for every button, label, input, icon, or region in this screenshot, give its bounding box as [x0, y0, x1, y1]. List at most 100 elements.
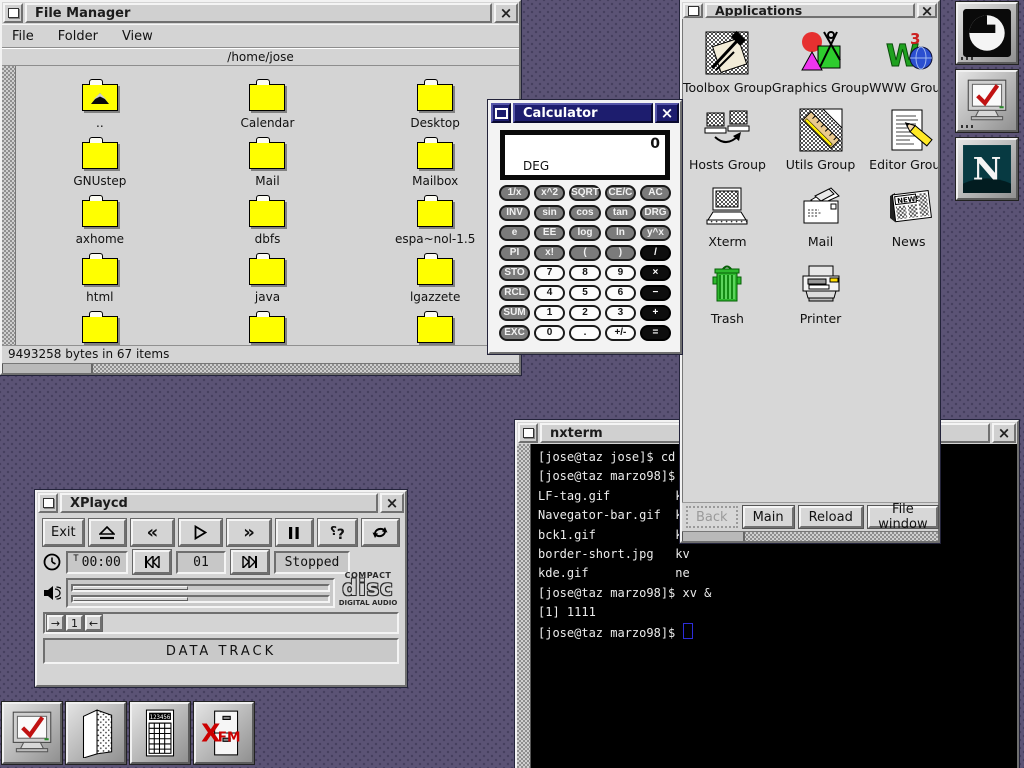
calc-key[interactable]: 0 [534, 325, 565, 341]
calc-key[interactable]: / [640, 245, 671, 261]
folder-item[interactable] [16, 316, 184, 345]
calc-key[interactable]: 5 [569, 285, 601, 301]
calc-key[interactable]: = [640, 325, 671, 341]
next-track-button[interactable] [231, 550, 269, 574]
window-menu-button[interactable] [518, 423, 538, 443]
calc-key[interactable]: 2 [569, 305, 601, 321]
volume-left-track[interactable] [71, 584, 330, 592]
calc-key[interactable]: EXC [499, 325, 530, 341]
horizontal-scrollbar[interactable] [682, 531, 938, 541]
window-menu-button[interactable] [3, 3, 23, 23]
program-forward-button[interactable]: → [47, 615, 64, 631]
back-button[interactable]: Back [686, 506, 738, 528]
calc-key[interactable]: EE [534, 225, 565, 241]
close-button[interactable]: × [380, 493, 404, 513]
scrollbar-thumb[interactable] [682, 532, 745, 541]
calc-key[interactable]: 3 [605, 305, 636, 321]
pause-button[interactable] [276, 519, 313, 546]
calc-key[interactable]: SUM [499, 305, 530, 321]
calc-key[interactable]: tan [605, 205, 636, 221]
fast-forward-button[interactable]: » [227, 519, 270, 546]
folder-item[interactable]: dbfs [184, 200, 352, 258]
menu-view[interactable]: View [122, 29, 153, 44]
calc-key[interactable]: y^x [640, 225, 671, 241]
calc-key[interactable]: . [569, 325, 601, 341]
app-item-news[interactable]: NEWS News [869, 183, 938, 260]
calc-key[interactable]: +/- [605, 325, 636, 341]
calc-key[interactable]: 8 [569, 265, 601, 281]
calc-key[interactable]: CE/C [605, 185, 636, 201]
calc-key[interactable]: DRG [640, 205, 671, 221]
calc-key[interactable]: x! [534, 245, 565, 261]
dock-box-button[interactable] [66, 702, 126, 764]
app-item-editor-group[interactable]: Editor Group [869, 106, 938, 183]
calc-key[interactable]: + [640, 305, 671, 321]
exit-button[interactable]: Exit [43, 519, 84, 546]
calc-key[interactable]: cos [569, 205, 601, 221]
dock-xfm-button[interactable]: X FM [194, 702, 254, 764]
app-item-printer[interactable]: Printer [772, 260, 869, 337]
calc-key[interactable]: 1/x [499, 185, 530, 201]
folder-item[interactable]: axhome [16, 200, 184, 258]
close-button[interactable]: × [992, 423, 1016, 443]
dock-xcheck-button[interactable] [2, 702, 62, 764]
app-item-hosts-group[interactable]: Hosts Group [683, 106, 772, 183]
program-back-button[interactable]: ← [85, 615, 102, 631]
dock-netscape-button[interactable]: N [956, 138, 1018, 200]
window-menu-button[interactable] [38, 493, 58, 513]
dock-wmaker-button[interactable] [956, 2, 1018, 64]
calc-key[interactable]: sin [534, 205, 565, 221]
app-item-mail[interactable]: Mail [772, 183, 869, 260]
calc-key[interactable]: SQRT [569, 185, 601, 201]
calc-key[interactable]: − [640, 285, 671, 301]
horizontal-scrollbar[interactable] [2, 363, 519, 373]
close-button[interactable]: × [494, 3, 518, 23]
calc-key[interactable]: ln [605, 225, 636, 241]
calc-key[interactable]: INV [499, 205, 530, 221]
calc-key[interactable]: 1 [534, 305, 565, 321]
calc-key[interactable]: PI [499, 245, 530, 261]
app-item-toolbox-group[interactable]: Toolbox Group [683, 29, 772, 106]
window-menu-button[interactable] [683, 3, 703, 18]
calc-key[interactable]: 7 [534, 265, 565, 281]
reload-button[interactable]: Reload [799, 506, 863, 528]
calc-key[interactable]: AC [640, 185, 671, 201]
volume-sliders[interactable] [66, 578, 335, 608]
folder-item[interactable]: .. [16, 84, 184, 142]
previous-track-button[interactable] [133, 550, 171, 574]
app-item-www-group[interactable]: W 3 WWW Group [869, 29, 938, 106]
app-item-xterm[interactable]: Xterm [683, 183, 772, 260]
window-menu-button[interactable] [491, 103, 511, 123]
eject-button[interactable] [89, 519, 126, 546]
calc-key[interactable]: log [569, 225, 601, 241]
app-item-utils-group[interactable]: Utils Group [772, 106, 869, 183]
calc-key[interactable]: RCL [499, 285, 530, 301]
folder-item[interactable]: java [184, 258, 352, 316]
play-button[interactable] [179, 519, 222, 546]
folder-item[interactable] [184, 316, 352, 345]
close-button[interactable]: × [917, 3, 937, 18]
volume-right-handle[interactable] [73, 597, 188, 601]
calc-key[interactable]: 4 [534, 285, 565, 301]
shuffle-button[interactable]: ?? [318, 519, 357, 546]
scrollbar-thumb[interactable] [2, 364, 93, 373]
main-button[interactable]: Main [743, 506, 794, 528]
app-item-graphics-group[interactable]: Graphics Group [772, 29, 869, 106]
calc-key[interactable]: 9 [605, 265, 636, 281]
calc-key[interactable]: ) [605, 245, 636, 261]
close-button[interactable]: × [655, 103, 679, 123]
calc-key[interactable]: ( [569, 245, 601, 261]
calc-key[interactable]: STO [499, 265, 530, 281]
volume-right-track[interactable] [71, 595, 330, 603]
volume-left-handle[interactable] [73, 586, 188, 590]
menu-file[interactable]: File [12, 29, 34, 44]
app-item-trash[interactable]: Trash [683, 260, 772, 337]
menu-folder[interactable]: Folder [58, 29, 98, 44]
rewind-button[interactable]: « [131, 519, 174, 546]
vertical-scrollbar[interactable] [517, 444, 531, 768]
program-track-button[interactable]: 1 [66, 615, 83, 631]
loop-button[interactable] [362, 519, 399, 546]
calc-key[interactable]: x^2 [534, 185, 565, 201]
folder-item[interactable]: html [16, 258, 184, 316]
folder-item[interactable]: GNUstep [16, 142, 184, 200]
